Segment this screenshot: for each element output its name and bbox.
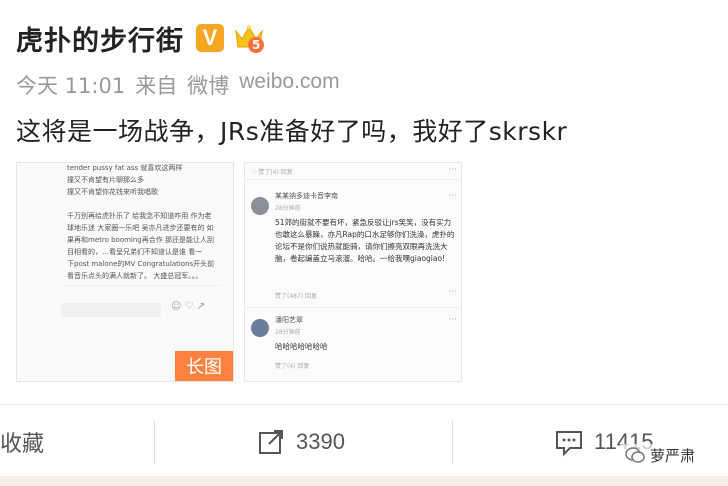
divider xyxy=(0,404,728,405)
image1-line: 下post malone的MV Congratulations开头前 xyxy=(67,260,215,268)
comment1-body: 51郊的街就不要有坏，紧急反驳让jrs笑笑，没有实力也敢这么暴躁，亦凡Rap的口… xyxy=(275,218,455,263)
verified-icon: V xyxy=(196,24,224,52)
member-level-text: 5 xyxy=(252,38,261,52)
repost-button[interactable]: 3390 xyxy=(256,420,345,464)
source-prefix: 来自 xyxy=(135,74,178,98)
action-bar: 收藏 3390 11415 xyxy=(0,420,728,464)
comment2-body: 哈哈哈哈哈哈哈 xyxy=(275,342,328,351)
comment2-time: 28分钟前 xyxy=(275,329,301,336)
image2-top-acts: ♡ 赞了(4) 回复 xyxy=(251,169,293,176)
favorite-button[interactable]: 收藏 xyxy=(0,420,44,464)
post-text: 这将是一场战争，JRs准备好了吗，我好了skrskr xyxy=(16,117,568,146)
long-image-badge: 长图 xyxy=(175,351,233,381)
comment1-actions: 赞了(487) 回复 xyxy=(275,293,318,300)
image1-line: 撞又不肯望有片聊那么多 xyxy=(67,176,144,184)
image1-icons: ☺ ♡ ↗ xyxy=(171,301,206,312)
post-image-1[interactable]: tender pussy fat ass 就喜欢这两样 撞又不肯望有片聊那么多 … xyxy=(16,162,234,382)
comment1-name: 某某纳多迪卡音李南 xyxy=(275,192,338,200)
more-icon: ··· xyxy=(448,191,457,201)
divider xyxy=(452,420,453,464)
repost-count: 3390 xyxy=(296,429,345,454)
avatar xyxy=(251,319,269,337)
more-icon: ··· xyxy=(448,315,457,325)
comment1-time: 28分钟前 xyxy=(275,205,301,212)
post-meta: 今天 11:01 来自 微博 weibo.com xyxy=(16,70,340,100)
post-header: 虎扑的步行街 V 5 xyxy=(16,18,266,58)
image1-line: tender pussy fat ass 就喜欢这两样 xyxy=(67,164,183,172)
watermark-text: 萝严肃 xyxy=(650,446,696,465)
post-image-2[interactable]: ♡ 赞了(4) 回复 ··· 某某纳多迪卡音李南 28分钟前 ··· 51郊的街… xyxy=(244,162,462,382)
username[interactable]: 虎扑的步行街 xyxy=(16,19,184,58)
member-crown-icon[interactable]: 5 xyxy=(232,21,266,55)
source-site[interactable]: weibo.com xyxy=(239,70,339,100)
watermark: 萝严肃 xyxy=(620,444,700,466)
comment2-actions: 赞了(4) 回复 xyxy=(275,363,310,370)
comment2-name: 潘阳艺翠 xyxy=(275,316,303,324)
image1-line: 千万别再给虎扑乐了 给我念不知道咋用 作为老 xyxy=(67,212,212,220)
image1-line: 目相看的，…看呈兄弟们不知道认是谁 看一 xyxy=(67,248,203,256)
image1-line: 看音乐点头的满人就新了。 大盛总冠军。。。 xyxy=(67,272,203,280)
image1-line: 撞又不肯望你花钱来听我唱歌 xyxy=(67,188,158,196)
more-icon: ··· xyxy=(448,165,457,175)
image1-line: 果再和metro booming再合作 那还是能让人刮 xyxy=(67,236,214,244)
wechat-icon xyxy=(624,444,650,466)
comment-icon xyxy=(554,427,594,457)
favorite-label: 收藏 xyxy=(0,431,45,456)
image1-action-row xyxy=(61,285,221,295)
repost-icon xyxy=(256,427,296,457)
post-time: 今天 11:01 xyxy=(16,74,126,98)
divider xyxy=(154,420,155,464)
source-app[interactable]: 微博 xyxy=(187,70,229,100)
more-icon: ··· xyxy=(448,287,457,297)
image1-line: 球地乐迷 大家圈一乐吧 吴亦凡进步还要有的 如 xyxy=(67,224,214,232)
footer-strip xyxy=(0,476,728,486)
image1-reply-box xyxy=(61,303,161,317)
avatar xyxy=(251,197,269,215)
